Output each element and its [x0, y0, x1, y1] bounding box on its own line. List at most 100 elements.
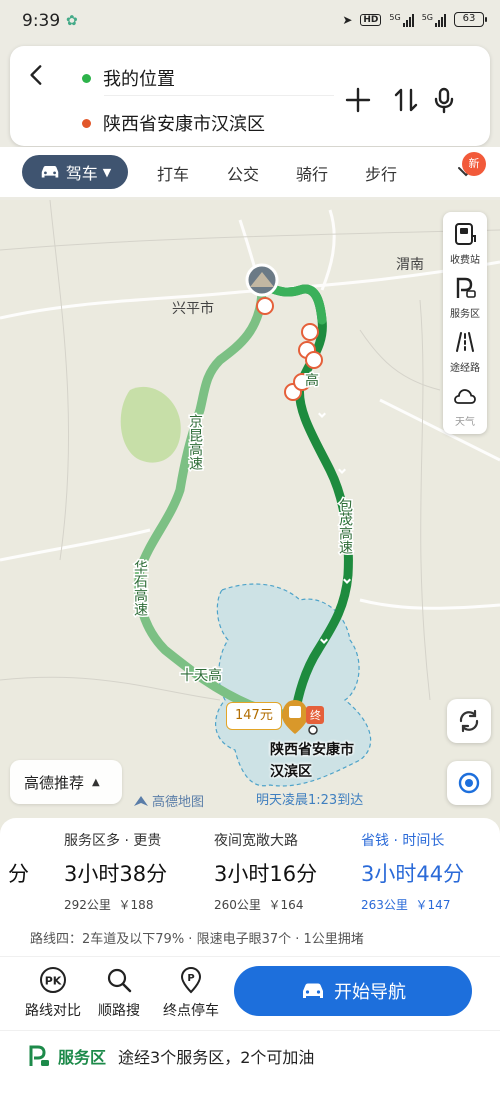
route-option-1[interactable]: 服务区多 · 更贵 3小时38分 292公里 ￥188 — [64, 830, 167, 913]
start-navigation-label: 开始导航 — [334, 982, 406, 1003]
service-area-summary[interactable]: 服务区 途经3个服务区，2个可加油 — [28, 1044, 314, 1068]
pk-icon: PK — [40, 967, 66, 993]
toll-station-label: 收费站 — [450, 255, 480, 266]
locate-me-button[interactable] — [447, 761, 491, 805]
destination-map-label-line2: 汉滨区 — [270, 764, 312, 780]
car-icon — [41, 166, 58, 178]
tab-cycling[interactable]: 骑行 — [296, 161, 328, 185]
signal-a-icon: 5G — [389, 13, 414, 27]
route-tag: 省钱 · 时间长 — [361, 833, 445, 849]
microphone-icon — [434, 87, 454, 114]
end-marker-label: 终 — [310, 708, 321, 722]
place-xingping: 兴平市 — [172, 300, 214, 317]
destination-parking-button[interactable]: P 终点停车 — [158, 966, 224, 1020]
transport-mode-bar: 驾车 ▼ 打车 公交 骑行 步行 新 — [0, 147, 500, 197]
route-compare-label: 路线对比 — [25, 1003, 81, 1019]
status-icons: ➤ HD 5G 5G 63 — [342, 12, 487, 27]
amap-logo-icon — [134, 795, 148, 806]
toll-station-button[interactable]: 收费站 — [443, 222, 487, 266]
search-along-button[interactable]: 顺路搜 — [86, 966, 152, 1020]
destination-field[interactable]: 陕西省安康市汉滨区 — [82, 110, 265, 136]
route-duration: 3小时38分 — [64, 862, 168, 886]
add-waypoint-button[interactable] — [344, 86, 372, 114]
road-label-gao: 高 — [305, 372, 319, 389]
svg-text:P: P — [187, 973, 194, 984]
locate-icon — [458, 772, 480, 794]
service-area-label: 服务区 — [450, 309, 480, 320]
via-road-button[interactable]: 途经路 — [443, 330, 487, 374]
toll-price-tag[interactable]: 147元 — [226, 702, 282, 730]
route-option-partial[interactable]: 分 — [8, 858, 29, 888]
status-time: 9:39 — [22, 11, 61, 31]
route-duration: 3小时16分 — [214, 862, 318, 886]
service-area-title: 服务区 — [58, 1048, 107, 1067]
car-icon — [303, 983, 323, 998]
voice-input-button[interactable] — [430, 86, 458, 114]
hd-icon: HD — [360, 13, 382, 26]
signal-b-icon: 5G — [422, 13, 446, 27]
tab-taxi[interactable]: 打车 — [157, 161, 189, 185]
destination-map-label-line1: 陕西省安康市 — [270, 742, 354, 758]
route-meta: 292公里 ￥188 — [64, 898, 154, 912]
origin-label: 我的位置 — [103, 69, 175, 90]
start-navigation-button[interactable]: 开始导航 — [234, 966, 472, 1016]
svg-text:PK: PK — [45, 975, 62, 988]
route-summary-info: 路线四：2车道及以下79% · 限速电子眼37个 · 1公里拥堵 — [30, 932, 364, 947]
swap-route-button[interactable] — [392, 86, 420, 114]
service-area-icon — [29, 1045, 49, 1066]
new-badge: 新 — [462, 152, 486, 176]
route-preference-label: 高德推荐 — [24, 773, 85, 792]
service-area-icon — [456, 277, 476, 298]
route-sheet: 分 服务区多 · 更贵 3小时38分 292公里 ￥188 夜间宽敞大路 3小时… — [0, 818, 500, 1097]
caret-down-icon: ▼ — [102, 165, 112, 179]
tab-transit[interactable]: 公交 — [227, 161, 259, 185]
route-tag: 服务区多 · 更贵 — [64, 833, 162, 849]
chevron-left-icon — [30, 65, 42, 85]
divider — [0, 1030, 500, 1031]
refresh-icon — [459, 709, 479, 733]
route-tag: 夜间宽敞大路 — [214, 833, 298, 849]
divider — [0, 956, 500, 957]
battery-icon: 63 — [454, 12, 487, 27]
location-arrow-icon: ➤ — [342, 12, 353, 27]
route-meta: 263公里 ￥147 — [361, 898, 451, 912]
arrival-time: 明天凌晨1:23到达 — [256, 793, 364, 808]
destination-label: 陕西省安康市汉滨区 — [103, 114, 265, 135]
route-preference-dropdown[interactable]: 高德推荐 ▲ — [10, 760, 122, 804]
route-option-2[interactable]: 夜间宽敞大路 3小时16分 260公里 ￥164 — [214, 830, 317, 913]
search-icon — [107, 968, 132, 993]
status-bar: 9:39 ✿ ➤ HD 5G 5G 63 — [0, 0, 500, 44]
caret-up-icon: ▲ — [92, 776, 100, 788]
road-label-huashi: 华石高速 — [132, 560, 148, 617]
via-road-label: 途经路 — [450, 363, 480, 374]
search-along-label: 顺路搜 — [98, 1003, 140, 1019]
destination-map-label: 陕西省安康市 汉滨区 — [270, 739, 354, 783]
origin-field[interactable]: 我的位置 — [82, 65, 175, 91]
tab-drive-label: 驾车 — [65, 164, 98, 183]
swap-icon — [394, 88, 418, 112]
route-duration: 3小时44分 — [361, 862, 465, 886]
weather-button[interactable]: 天气 — [443, 384, 487, 428]
route-option-3-selected[interactable]: 省钱 · 时间长 3小时44分 263公里 ￥147 — [361, 830, 464, 913]
refresh-route-button[interactable] — [447, 699, 491, 743]
destination-parking-label: 终点停车 — [163, 1003, 219, 1019]
route-compare-button[interactable]: PK 路线对比 — [20, 966, 86, 1020]
amap-logo-text: 高德地图 — [152, 795, 205, 810]
road-label-baomao: 包茂高速 — [337, 498, 353, 555]
divider — [104, 95, 334, 96]
weather-icon — [454, 389, 476, 404]
map-tools-panel: 收费站 服务区 途经路 天气 — [443, 212, 487, 434]
toll-station-icon — [455, 223, 476, 245]
route-meta: 260公里 ￥164 — [214, 898, 304, 912]
tab-drive[interactable]: 驾车 ▼ — [22, 155, 128, 189]
app-notification-icon: ✿ — [66, 13, 78, 29]
via-road-icon — [456, 332, 474, 352]
tab-walking[interactable]: 步行 — [365, 161, 397, 185]
amap-logo: 高德地图 — [133, 791, 204, 810]
weather-label: 天气 — [455, 417, 475, 428]
back-button[interactable] — [24, 62, 54, 92]
route-input-card: 我的位置 陕西省安康市汉滨区 — [10, 46, 490, 146]
service-area-button[interactable]: 服务区 — [443, 276, 487, 320]
destination-dot-icon — [82, 118, 91, 128]
service-area-desc: 途经3个服务区，2个可加油 — [118, 1048, 315, 1067]
